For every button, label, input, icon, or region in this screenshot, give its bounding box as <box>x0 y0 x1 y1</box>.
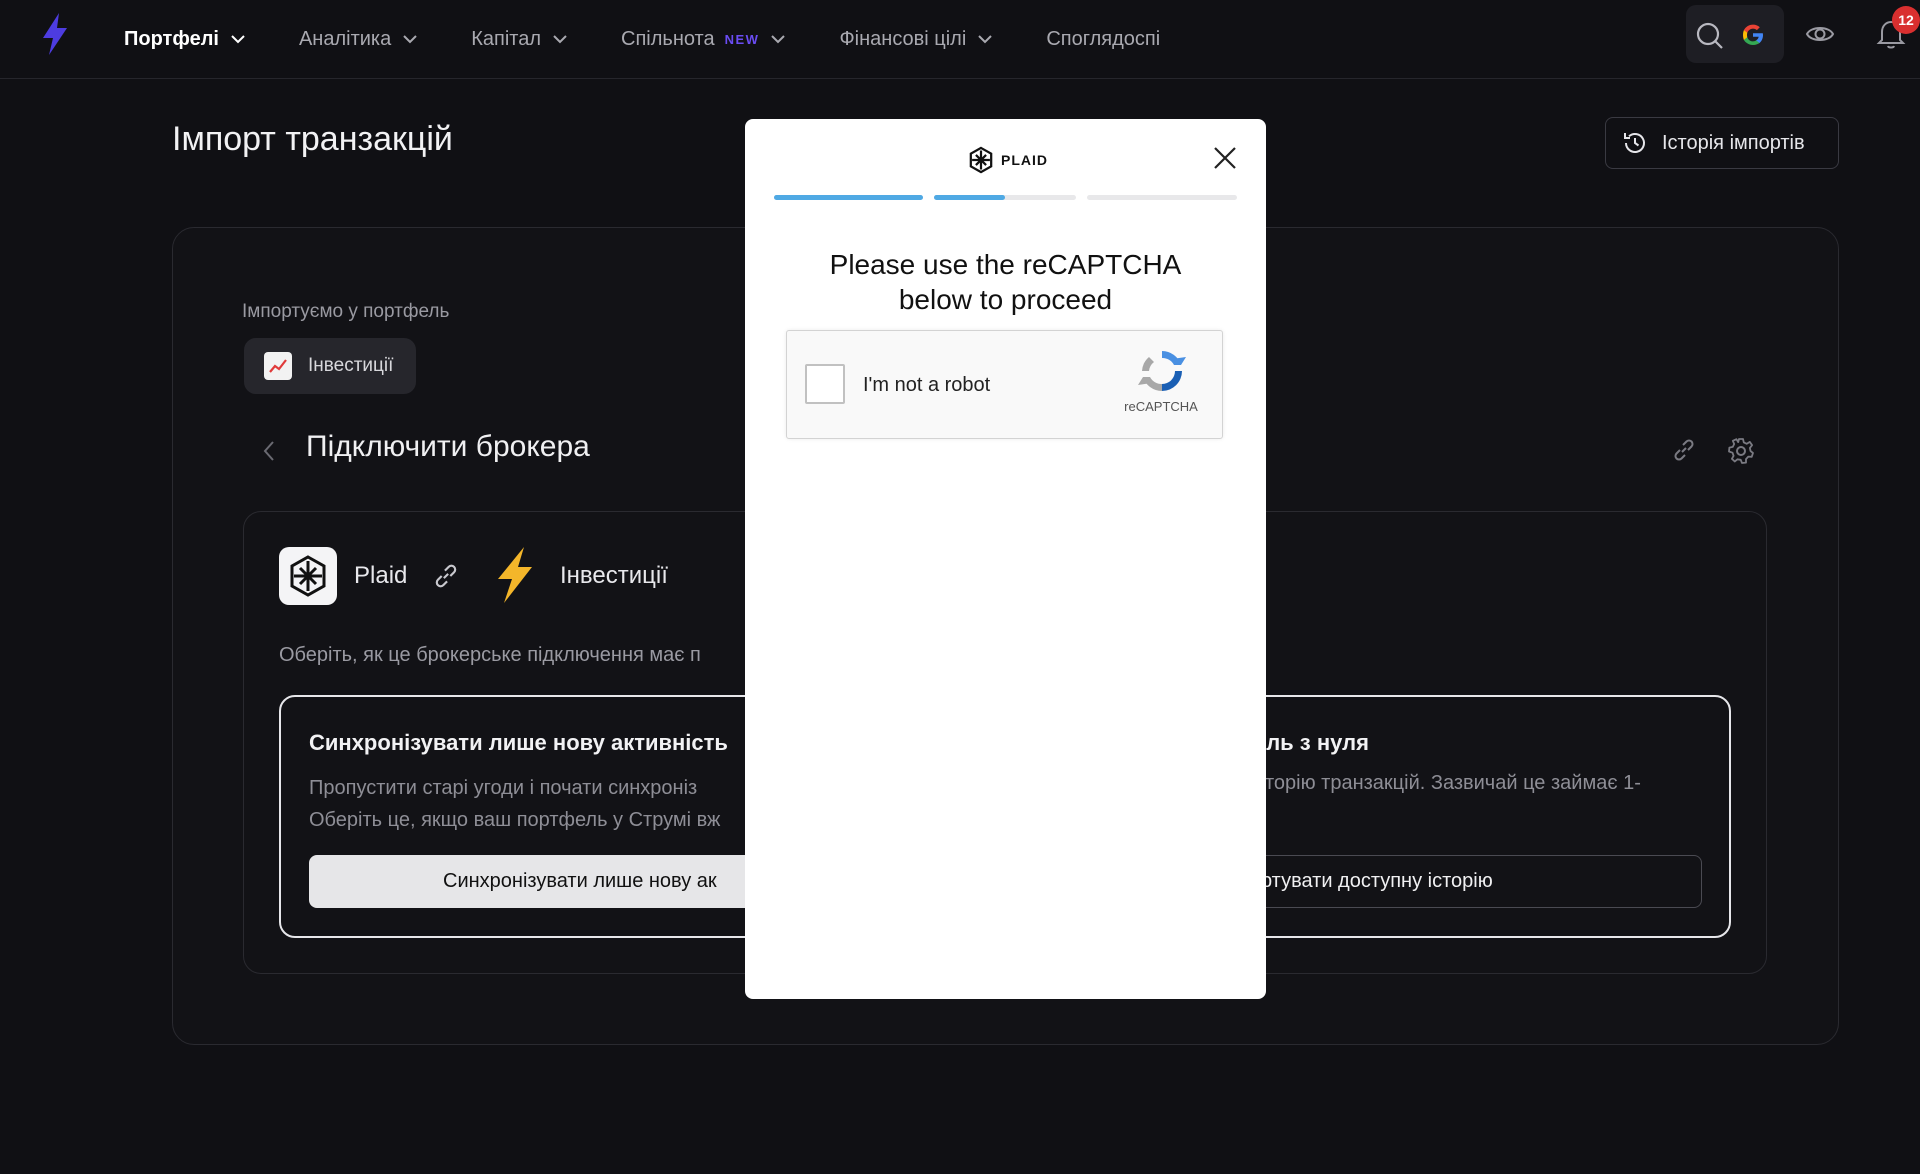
chain-link-icon <box>435 564 457 588</box>
lightning-bolt-icon <box>498 547 532 603</box>
nav-item-portfolios[interactable]: Портфелі <box>124 0 245 79</box>
option-new-activity-desc: Пропустити старі угоди і почати синхроні… <box>309 772 720 836</box>
progress-fill <box>934 195 1005 200</box>
chevron-down-icon <box>403 35 417 44</box>
nav-item-label: Фінансові цілі <box>839 28 967 50</box>
option-from-scratch-desc: у історію транзакцій. Зазвичай це займає… <box>1235 772 1641 794</box>
gear-icon[interactable] <box>1727 437 1755 465</box>
progress-step-3 <box>1087 195 1237 200</box>
progress-step-1 <box>774 195 923 200</box>
page-title: Імпорт транзакцій <box>172 120 453 158</box>
progress-fill <box>774 195 923 200</box>
nav-item-label: Аналітика <box>298 28 392 50</box>
broker-provider-name: Plaid <box>354 562 408 589</box>
heading-line: below to proceed <box>898 284 1113 315</box>
top-nav-bar: Портфелі Аналітика Капітал Спільнота NEW… <box>0 0 1920 79</box>
nav-item-capital[interactable]: Капітал <box>471 0 567 79</box>
nav-item-label: Капітал <box>471 28 542 50</box>
nav-item-observation[interactable]: Споглядоспі <box>1046 0 1176 79</box>
option-new-activity-title: Синхронізувати лише нову активність <box>309 730 728 755</box>
back-chevron-icon[interactable] <box>262 440 276 462</box>
google-icon[interactable] <box>1740 22 1766 48</box>
bolt-logo-icon[interactable] <box>40 12 70 56</box>
recaptcha-heading: Please use the reCAPTCHA below to procee… <box>745 247 1266 317</box>
plaid-modal-logo: PLAID <box>967 146 1048 174</box>
recaptcha-label: I'm not a robot <box>863 374 991 396</box>
portfolio-chip[interactable]: Інвестиції <box>244 338 416 394</box>
chevron-down-icon <box>978 35 993 44</box>
nav-item-label: Спільнота <box>621 28 715 50</box>
import-target-label: Імпортуємо у портфель <box>242 301 450 322</box>
search-icon[interactable] <box>1696 22 1724 50</box>
history-icon <box>1624 133 1645 153</box>
main-nav: Портфелі Аналітика Капітал Спільнота NEW… <box>124 0 1176 79</box>
section-title: Підключити брокера <box>306 430 590 463</box>
heading-line: Please use the reCAPTCHA <box>829 249 1182 280</box>
notification-count-badge: 12 <box>1892 6 1920 34</box>
plaid-logo-icon <box>969 146 993 174</box>
chevron-down-icon <box>771 35 786 44</box>
new-badge: NEW <box>724 32 760 47</box>
recaptcha-logo-icon <box>1138 351 1186 391</box>
nav-item-label: Портфелі <box>124 28 219 50</box>
chevron-down-icon <box>553 35 567 44</box>
close-icon[interactable] <box>1212 145 1238 171</box>
recaptcha-checkbox[interactable] <box>805 364 845 404</box>
nav-item-label: Споглядоспі <box>1046 28 1161 50</box>
option-desc-line: Оберіть це, якщо ваш портфель у Струмі в… <box>309 809 721 831</box>
plaid-brand-text: PLAID <box>1001 152 1048 168</box>
plaid-logo-icon <box>290 555 326 597</box>
link-icon[interactable] <box>1671 437 1697 463</box>
recaptcha-brand: reCAPTCHA <box>1124 399 1198 414</box>
choose-sync-mode-text: Оберіть, як це брокерське підключення ма… <box>279 644 701 666</box>
broker-target-name: Інвестиції <box>560 562 668 589</box>
progress-step-2 <box>934 195 1076 200</box>
import-history-label: Історія імпортів <box>1662 131 1805 154</box>
option-desc-line: Пропустити старі угоди і почати синхроні… <box>309 777 698 799</box>
plaid-modal: PLAID Please use the reCAPTCHA below to … <box>745 119 1266 999</box>
search-google-group <box>1686 5 1784 63</box>
import-history-button[interactable]: Історія імпортів <box>1605 117 1839 169</box>
eye-icon[interactable] <box>1805 20 1835 48</box>
nav-item-community[interactable]: Спільнота NEW <box>621 0 786 79</box>
sync-new-activity-button[interactable]: Синхронізувати лише нову ак <box>309 855 809 908</box>
nav-item-analytics[interactable]: Аналітика <box>299 0 417 79</box>
nav-item-financial-goals[interactable]: Фінансові цілі <box>839 0 993 79</box>
plaid-logo <box>279 547 337 605</box>
chevron-down-icon <box>231 35 245 44</box>
chart-emoji-icon <box>264 352 292 380</box>
import-history-from-scratch-button[interactable]: ртувати доступну історію <box>1200 855 1702 908</box>
recaptcha-widget: I'm not a robot reCAPTCHA <box>786 330 1223 439</box>
portfolio-chip-label: Інвестиції <box>308 355 394 376</box>
